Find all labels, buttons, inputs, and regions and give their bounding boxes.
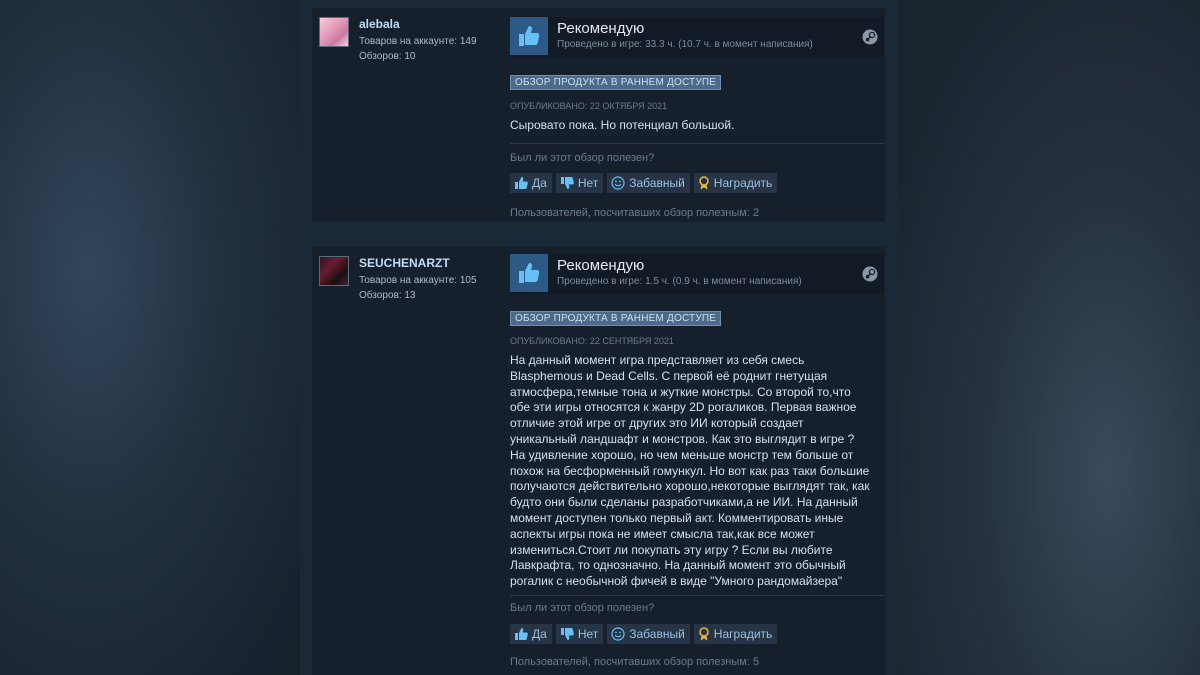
vote-funny-label: Забавный bbox=[629, 176, 685, 190]
vote-funny-button[interactable]: Забавный bbox=[607, 173, 690, 193]
review-verdict-header[interactable]: Рекомендую Проведено в игре: 1.5 ч. (0.9… bbox=[510, 254, 884, 294]
page-background-left bbox=[0, 0, 300, 675]
hours-played: Проведено в игре: 33.3 ч. (10.7 ч. в мом… bbox=[557, 39, 813, 50]
review-author-name[interactable]: alebala bbox=[359, 17, 400, 31]
review-text-line: рогалик с необычной фичей в виде "Умного… bbox=[510, 574, 843, 589]
review-text-line: Лавкрафта, то однозначно. На данный моме… bbox=[510, 558, 846, 573]
thumbs-up-icon bbox=[510, 17, 548, 55]
early-access-badge: ОБЗОР ПРОДУКТА В РАННЕМ ДОСТУПЕ bbox=[510, 75, 722, 90]
divider bbox=[510, 595, 884, 596]
helpful-count: Пользователей, посчитавших обзор полезны… bbox=[510, 207, 760, 219]
review-text: На данный момент игра представляет из се… bbox=[510, 353, 870, 590]
thumbs-up-small-icon bbox=[515, 177, 528, 189]
vote-no-label: Нет bbox=[577, 627, 599, 641]
review-text-line: Blasphemous и Dead Cells. С первой её ро… bbox=[510, 368, 828, 383]
review-text-line: обе эти игры относятся к жанру 2D рогали… bbox=[510, 400, 857, 415]
vote-funny-label: Забавный bbox=[629, 627, 685, 641]
helpful-question: Был ли этот обзор полезен? bbox=[510, 602, 655, 614]
review-text-line: получаются действительно хорошо,некоторы… bbox=[510, 479, 870, 494]
review-text-line: будто они были сделаны разработчиками,а … bbox=[510, 495, 858, 510]
review-text-line: аспекты игры пока не имеет смысла так,ка… bbox=[510, 526, 815, 541]
avatar[interactable] bbox=[319, 256, 349, 286]
early-access-badge: ОБЗОР ПРОДУКТА В РАННЕМ ДОСТУПЕ bbox=[510, 311, 722, 326]
thumbs-down-small-icon bbox=[560, 177, 574, 189]
reviews-count[interactable]: Обзоров: 13 bbox=[359, 290, 415, 301]
review-card: SEUCHENARZT Товаров на аккаунте: 105 Обз… bbox=[312, 247, 885, 675]
thumbs-down-small-icon bbox=[560, 628, 574, 640]
review-content: Рекомендую Проведено в игре: 1.5 ч. (0.9… bbox=[510, 254, 884, 668]
vote-yes-button[interactable]: Да bbox=[510, 624, 552, 644]
smiley-icon bbox=[611, 627, 625, 641]
review-text-line: На удивление хорошо, но чем меньше монст… bbox=[510, 447, 854, 462]
steam-icon bbox=[862, 29, 878, 45]
verdict-title: Рекомендую bbox=[557, 257, 645, 274]
thumbs-up-icon bbox=[510, 254, 548, 292]
vote-yes-button[interactable]: Да bbox=[510, 173, 552, 193]
vote-no-button[interactable]: Нет bbox=[555, 173, 604, 193]
products-count[interactable]: Товаров на аккаунте: 149 bbox=[359, 36, 477, 47]
award-icon bbox=[698, 627, 709, 641]
award-label: Наградить bbox=[713, 176, 773, 190]
review-content: Рекомендую Проведено в игре: 33.3 ч. (10… bbox=[510, 17, 884, 219]
review-verdict-header[interactable]: Рекомендую Проведено в игре: 33.3 ч. (10… bbox=[510, 17, 884, 57]
vote-buttons: Да Нет Забавный Наградить bbox=[510, 173, 778, 193]
posted-date: ОПУБЛИКОВАНО: 22 ОКТЯБРЯ 2021 bbox=[510, 101, 668, 111]
vote-yes-label: Да bbox=[532, 176, 547, 190]
products-count[interactable]: Товаров на аккаунте: 105 bbox=[359, 275, 477, 286]
avatar[interactable] bbox=[319, 17, 349, 47]
review-text-line: момент доступен только первый акт. Комме… bbox=[510, 510, 844, 525]
vote-yes-label: Да bbox=[532, 627, 547, 641]
review-text-line: отличие этой игре от других это ИИ котор… bbox=[510, 416, 804, 431]
award-label: Наградить bbox=[713, 627, 773, 641]
review-text-line: измениться.Стоит ли покупать эту игру ? … bbox=[510, 542, 833, 557]
posted-date: ОПУБЛИКОВАНО: 22 СЕНТЯБРЯ 2021 bbox=[510, 336, 674, 346]
review-text-line: На данный момент игра представляет из се… bbox=[510, 353, 805, 367]
award-button[interactable]: Наградить bbox=[693, 624, 778, 644]
review-card: alebala Товаров на аккаунте: 149 Обзоров… bbox=[312, 8, 885, 222]
reviews-column: alebala Товаров на аккаунте: 149 Обзоров… bbox=[300, 0, 898, 675]
thumbs-up-small-icon bbox=[515, 628, 528, 640]
vote-funny-button[interactable]: Забавный bbox=[607, 624, 690, 644]
divider bbox=[510, 143, 884, 144]
vote-buttons: Да Нет Забавный Наградить bbox=[510, 624, 778, 644]
hours-played: Проведено в игре: 1.5 ч. (0.9 ч. в момен… bbox=[557, 276, 802, 287]
vote-no-label: Нет bbox=[577, 176, 599, 190]
review-text-line: атмосфера,темные тона и жуткие монстры. … bbox=[510, 384, 851, 399]
award-button[interactable]: Наградить bbox=[693, 173, 778, 193]
review-text-line: похож на бесформенный гомункул. Но вот к… bbox=[510, 463, 870, 478]
verdict-title: Рекомендую bbox=[557, 20, 645, 37]
steam-icon bbox=[862, 266, 878, 282]
review-text-line: уникальный ландшафт и монстров. Как это … bbox=[510, 431, 855, 446]
page-background-right bbox=[890, 0, 1200, 675]
helpful-question: Был ли этот обзор полезен? bbox=[510, 152, 655, 164]
award-icon bbox=[698, 176, 709, 190]
review-author-name[interactable]: SEUCHENARZT bbox=[359, 256, 450, 270]
smiley-icon bbox=[611, 176, 625, 190]
helpful-count: Пользователей, посчитавших обзор полезны… bbox=[510, 656, 760, 668]
review-text: Сыровато пока. Но потенциал большой. bbox=[510, 118, 735, 132]
reviews-count[interactable]: Обзоров: 10 bbox=[359, 51, 415, 62]
vote-no-button[interactable]: Нет bbox=[555, 624, 604, 644]
